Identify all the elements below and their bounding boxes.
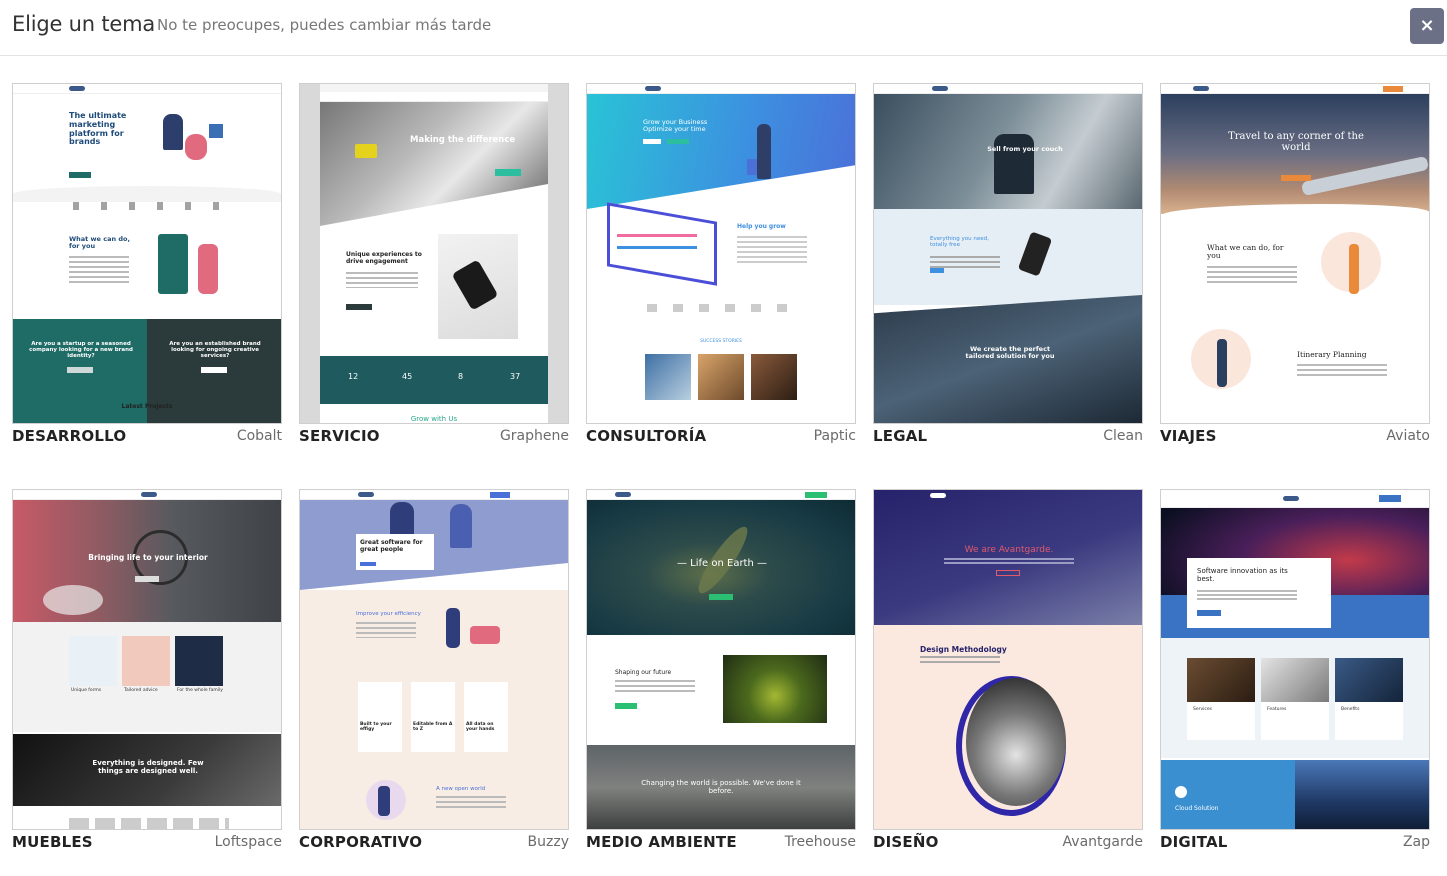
preview-hero-text: The ultimate marketing platform for bran… bbox=[69, 111, 127, 147]
preview-feature-text: A new open world bbox=[436, 786, 486, 792]
preview-section-text: Improve your efficiency bbox=[356, 611, 421, 617]
preview-stat: 12 bbox=[348, 372, 359, 381]
theme-name-label: Loftspace bbox=[214, 834, 282, 850]
theme-name-label: Buzzy bbox=[527, 834, 569, 850]
preview-footer-text: Grow with Us bbox=[410, 415, 458, 423]
theme-name-label: Treehouse bbox=[784, 834, 856, 850]
theme-preview-aviato[interactable]: Travel to any corner of the world What w… bbox=[1160, 83, 1430, 424]
preview-hero-text: Making the difference bbox=[410, 135, 516, 145]
close-button[interactable]: × bbox=[1410, 8, 1444, 44]
preview-nav bbox=[13, 490, 281, 500]
dialog-subtitle: No te preocupes, puedes cambiar más tard… bbox=[157, 16, 492, 34]
theme-preview-treehouse[interactable]: — Life on Earth — Shaping our future Cha… bbox=[586, 489, 856, 830]
preview-feature-text: Cloud Solution bbox=[1175, 805, 1219, 812]
preview-nav bbox=[874, 84, 1142, 94]
theme-category-label: LEGAL bbox=[873, 427, 928, 445]
preview-footer-text: Latest Projects bbox=[121, 403, 173, 410]
preview-cta-left: Are you a startup or a seasoned company … bbox=[29, 341, 133, 360]
preview-section-text: Help you grow bbox=[737, 223, 786, 230]
preview-stat: 37 bbox=[510, 372, 521, 381]
theme-name-label: Clean bbox=[1103, 428, 1143, 444]
theme-category-label: VIAJES bbox=[1160, 427, 1217, 445]
theme-preview-buzzy[interactable]: Great software for great people Improve … bbox=[299, 489, 569, 830]
preview-item-text: Services bbox=[1193, 707, 1212, 712]
preview-stat: 45 bbox=[402, 372, 413, 381]
preview-hero-text: — Life on Earth — bbox=[676, 558, 767, 569]
theme-preview-zap[interactable]: Software innovation as its best. Service… bbox=[1160, 489, 1430, 830]
preview-item-text: All data on your hands bbox=[466, 722, 495, 732]
theme-preview-cobalt[interactable]: The ultimate marketing platform for bran… bbox=[12, 83, 282, 424]
preview-hero-text: Great software for great people bbox=[360, 539, 423, 553]
theme-category-label: DISEÑO bbox=[873, 833, 939, 851]
preview-nav bbox=[1161, 490, 1429, 508]
preview-item-text: Unique forms bbox=[71, 688, 102, 693]
theme-dialog-header: Elige un tema No te preocupes, puedes ca… bbox=[0, 0, 1447, 56]
dialog-title: Elige un tema bbox=[12, 12, 156, 36]
theme-name-label: Cobalt bbox=[236, 428, 282, 444]
preview-item-text: Tailored advice bbox=[124, 688, 158, 693]
preview-hero-text: Bringing life to your interior bbox=[88, 553, 208, 562]
theme-preview-paptic[interactable]: Grow your Business Optimize your time He… bbox=[586, 83, 856, 424]
preview-nav bbox=[587, 490, 855, 500]
preview-hero-text: Sell from your couch bbox=[987, 145, 1063, 153]
theme-preview-loftspace[interactable]: Bringing life to your interior Unique fo… bbox=[12, 489, 282, 830]
preview-nav bbox=[587, 84, 855, 94]
preview-section-text: Unique experiences to drive engagement bbox=[346, 251, 422, 265]
theme-name-label: Aviato bbox=[1386, 428, 1430, 444]
preview-section-text: Design Methodology bbox=[920, 645, 1007, 654]
theme-category-label: CORPORATIVO bbox=[299, 833, 423, 851]
preview-nav bbox=[300, 490, 568, 500]
preview-hero-text: Grow your Business Optimize your time bbox=[643, 118, 708, 134]
preview-item-text: Features bbox=[1267, 707, 1287, 712]
theme-name-label: Graphene bbox=[499, 428, 569, 444]
theme-category-label: SERVICIO bbox=[299, 427, 380, 445]
preview-hero-text: Travel to any corner of the world bbox=[1228, 131, 1364, 153]
preview-banner-text: We create the perfect tailored solution … bbox=[965, 345, 1055, 361]
theme-name-label: Zap bbox=[1402, 834, 1430, 850]
theme-category-label: CONSULTORÍA bbox=[586, 427, 707, 445]
theme-category-label: DIGITAL bbox=[1160, 833, 1228, 851]
preview-section-text: Shaping our future bbox=[615, 669, 672, 676]
theme-name-label: Paptic bbox=[813, 428, 856, 444]
theme-category-label: MEDIO AMBIENTE bbox=[586, 833, 737, 851]
preview-banner-text: Changing the world is possible. We've do… bbox=[641, 779, 801, 795]
preview-nav bbox=[1161, 84, 1429, 94]
theme-category-label: MUEBLES bbox=[12, 833, 93, 851]
preview-section-text: What we can do, for you bbox=[1207, 243, 1284, 261]
preview-feature-text: Itinerary Planning bbox=[1297, 350, 1367, 359]
preview-banner-text: Everything is designed. Few things are d… bbox=[92, 759, 204, 775]
preview-item-text: Built to your effigy bbox=[360, 722, 392, 732]
preview-stat: 8 bbox=[458, 372, 464, 381]
theme-category-label: DESARROLLO bbox=[12, 427, 127, 445]
preview-item-text: Benefits bbox=[1341, 707, 1360, 712]
preview-hero-text: We are Avantgarde. bbox=[964, 545, 1054, 555]
preview-nav bbox=[13, 84, 281, 94]
preview-section-text: Everything you need, totally free bbox=[930, 236, 989, 249]
preview-item-text: For the whole family bbox=[177, 688, 223, 693]
preview-hero-text: Software innovation as its best. bbox=[1197, 567, 1288, 583]
preview-item-text: Editable from A to Z bbox=[413, 722, 453, 732]
preview-stories-text: SUCCESS STORIES bbox=[700, 339, 742, 344]
theme-name-label: Avantgarde bbox=[1062, 834, 1143, 850]
theme-preview-clean[interactable]: Sell from your couch Everything you need… bbox=[873, 83, 1143, 424]
preview-cta-right: Are you an established brand looking for… bbox=[169, 341, 261, 360]
preview-section-text: What we can do, for you bbox=[69, 235, 130, 251]
theme-preview-graphene[interactable]: Making the difference Unique experiences… bbox=[299, 83, 569, 424]
close-icon: × bbox=[1419, 15, 1435, 36]
theme-preview-avantgarde[interactable]: We are Avantgarde. Design Methodology bbox=[873, 489, 1143, 830]
